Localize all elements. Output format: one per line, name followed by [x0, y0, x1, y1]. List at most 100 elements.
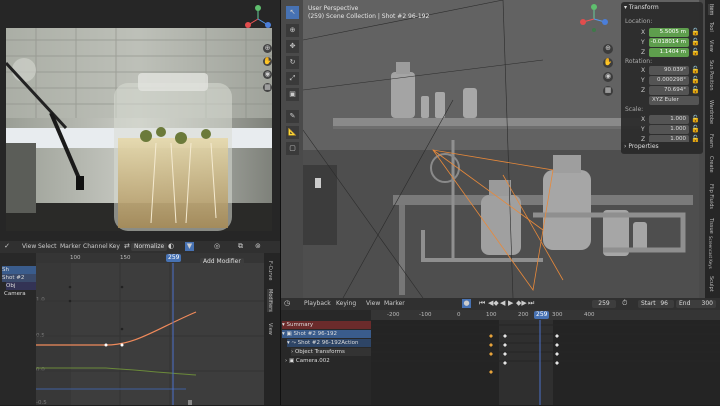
- graph-channel-list: Sh Shot #2 Obj Camera: [0, 253, 37, 405]
- timeline-canvas[interactable]: -200 -100 0 100 200 300 400 259: [371, 310, 720, 405]
- start-frame-field[interactable]: Start 96: [638, 300, 674, 308]
- graph-current-frame[interactable]: 259: [166, 254, 182, 262]
- timeline-row-action[interactable]: ▾ ⤳ Shot #2 96-192Action: [287, 339, 371, 347]
- tab-view[interactable]: View: [267, 323, 273, 335]
- tab-tissue[interactable]: Tissue: [708, 218, 714, 234]
- scale-tool-icon[interactable]: ⤢: [286, 72, 299, 85]
- tab-fcurve[interactable]: F-Curve: [267, 261, 273, 280]
- hand-icon[interactable]: ✋: [263, 57, 272, 66]
- current-frame-field[interactable]: 259: [592, 300, 616, 308]
- lock-icon[interactable]: 🔓: [691, 115, 700, 124]
- rotation-z-field[interactable]: 70.694°: [649, 86, 689, 95]
- timeline-menu-playback[interactable]: Playback: [304, 300, 331, 308]
- play-icon[interactable]: ▶: [508, 299, 513, 308]
- graph-menu-select[interactable]: Select: [38, 243, 57, 251]
- rotation-mode-select[interactable]: XYZ Euler: [649, 96, 699, 105]
- end-frame-field[interactable]: End 300: [676, 300, 716, 308]
- camera-gizmo[interactable]: [244, 5, 272, 33]
- measure-tool-icon[interactable]: 📐: [286, 126, 299, 139]
- zoom-icon[interactable]: ⊕: [263, 44, 272, 53]
- clock-icon[interactable]: ⏱: [622, 299, 627, 308]
- channel-row[interactable]: Obj: [6, 282, 36, 290]
- grid-icon[interactable]: ▦: [263, 83, 272, 92]
- add-cube-icon[interactable]: ▢: [286, 142, 299, 155]
- next-key-icon[interactable]: ◆▶: [516, 299, 527, 308]
- graph-menu-key[interactable]: Key: [109, 243, 120, 251]
- tab-flip-fluids[interactable]: Flip Fluids: [708, 184, 714, 209]
- move-tool-icon[interactable]: ✥: [286, 40, 299, 53]
- timeline-row-shot[interactable]: ▾ ▣ Shot #2 96-192: [282, 330, 371, 338]
- lock-icon[interactable]: 🔓: [691, 38, 700, 47]
- cursor-tool-icon[interactable]: ⊕: [286, 24, 299, 37]
- tab-tool[interactable]: Tool: [708, 22, 714, 32]
- timeline-menu-keying[interactable]: Keying: [336, 300, 356, 308]
- tab-screencast-keys[interactable]: Screencast Keys: [708, 236, 713, 269]
- properties-panel[interactable]: › Properties: [621, 142, 703, 153]
- play-reverse-icon[interactable]: ◀: [500, 299, 505, 308]
- rotation-x-field[interactable]: 90.039°: [649, 66, 689, 75]
- channel-row[interactable]: Sh: [2, 266, 36, 274]
- normalize-toggle[interactable]: Normalize: [131, 243, 168, 251]
- tab-create[interactable]: Create: [708, 156, 714, 173]
- location-z-field[interactable]: 1.1404 m: [649, 48, 689, 57]
- lock-icon[interactable]: 🔓: [691, 125, 700, 134]
- prev-key-icon[interactable]: ◀◆: [488, 299, 499, 308]
- timeline-menu-view[interactable]: View: [366, 300, 380, 308]
- tab-item[interactable]: Item: [708, 4, 714, 16]
- hand-icon[interactable]: ✋: [603, 58, 613, 68]
- lock-icon[interactable]: 🔓: [691, 28, 700, 37]
- scale-y-field[interactable]: 1.000: [649, 125, 689, 134]
- graph-menu-view[interactable]: View: [22, 243, 36, 251]
- location-x-field[interactable]: 5.5005 m: [649, 28, 689, 37]
- camera-icon[interactable]: ◉: [603, 72, 613, 82]
- zoom-icon[interactable]: ⊕: [603, 44, 613, 54]
- lock-icon[interactable]: 🔓: [691, 86, 700, 95]
- swap-icon[interactable]: ⇄: [124, 242, 130, 251]
- lock-icon[interactable]: 🔓: [691, 66, 700, 75]
- scale-x-field[interactable]: 1.000: [649, 115, 689, 124]
- timeline-row-camera[interactable]: › ▣ Camera.002: [285, 357, 371, 365]
- viewport-3d[interactable]: ↖ ⊕ ✥ ↻ ⤢ ▣ ✎ 📐 ▢ User Perspective (259)…: [281, 0, 720, 298]
- channel-row[interactable]: Shot #2: [2, 274, 36, 282]
- jump-end-icon[interactable]: ⏭: [528, 299, 534, 308]
- grid-icon[interactable]: ▦: [603, 86, 613, 96]
- rotation-y-field[interactable]: 0.000298°: [649, 76, 689, 85]
- pivot-icon[interactable]: ◎: [214, 242, 220, 251]
- timeline-menu-marker[interactable]: Marker: [384, 300, 405, 308]
- add-modifier-dropdown[interactable]: Add Modifier: [200, 258, 244, 266]
- annotate-tool-icon[interactable]: ✎: [286, 110, 299, 123]
- camera-icon[interactable]: ◉: [263, 70, 272, 79]
- timeline-editor-icon[interactable]: ◷: [284, 299, 290, 308]
- tab-modifiers[interactable]: Modifiers: [267, 289, 273, 312]
- channel-row[interactable]: Camera: [4, 290, 36, 298]
- transform-panel-title[interactable]: ▾ Transform: [624, 4, 659, 12]
- rotate-tool-icon[interactable]: ↻: [286, 56, 299, 69]
- timeline-playhead[interactable]: 259: [534, 311, 550, 319]
- rotation-y-axis: Y: [641, 77, 645, 84]
- graph-editor-icon[interactable]: ✓: [2, 242, 12, 251]
- proportional-icon[interactable]: ⊚: [255, 242, 261, 251]
- tab-wardrobe[interactable]: Wardrobe: [708, 100, 714, 124]
- graph-canvas[interactable]: 100 150 200 1.0 0.5 0.0 -0.5 259: [36, 253, 264, 406]
- camera-preview-area[interactable]: ⊕ ✋ ◉ ▦: [0, 0, 280, 241]
- jump-start-icon[interactable]: ⏮: [479, 299, 485, 308]
- graph-menu-marker[interactable]: Marker: [60, 243, 81, 251]
- location-y-field[interactable]: -0.018014 m: [649, 38, 689, 47]
- lock-icon[interactable]: 🔓: [691, 48, 700, 57]
- timeline-row-transforms[interactable]: › Object Transforms: [291, 348, 371, 356]
- graph-menu-channel[interactable]: Channel: [83, 243, 108, 251]
- select-tool-icon[interactable]: ↖: [286, 6, 299, 19]
- filter-icon[interactable]: ▼: [185, 242, 194, 251]
- tab-view[interactable]: View: [708, 40, 714, 52]
- tab-foam[interactable]: Foam: [708, 134, 714, 148]
- navigation-gizmo[interactable]: [579, 4, 609, 34]
- tab-sun-position[interactable]: Sun Position: [708, 60, 714, 91]
- snap-icon[interactable]: ⧉: [238, 242, 243, 251]
- lock-icon[interactable]: 🔓: [691, 76, 700, 85]
- timeline-row-summary[interactable]: ▾ Summary: [282, 321, 371, 329]
- record-icon[interactable]: ●: [462, 299, 471, 308]
- normalize-label: Normalize: [134, 243, 165, 250]
- transform-tool-icon[interactable]: ▣: [286, 88, 299, 101]
- ghost-icon[interactable]: ◐: [168, 242, 174, 251]
- tab-sculpt[interactable]: Sculpt: [708, 276, 714, 292]
